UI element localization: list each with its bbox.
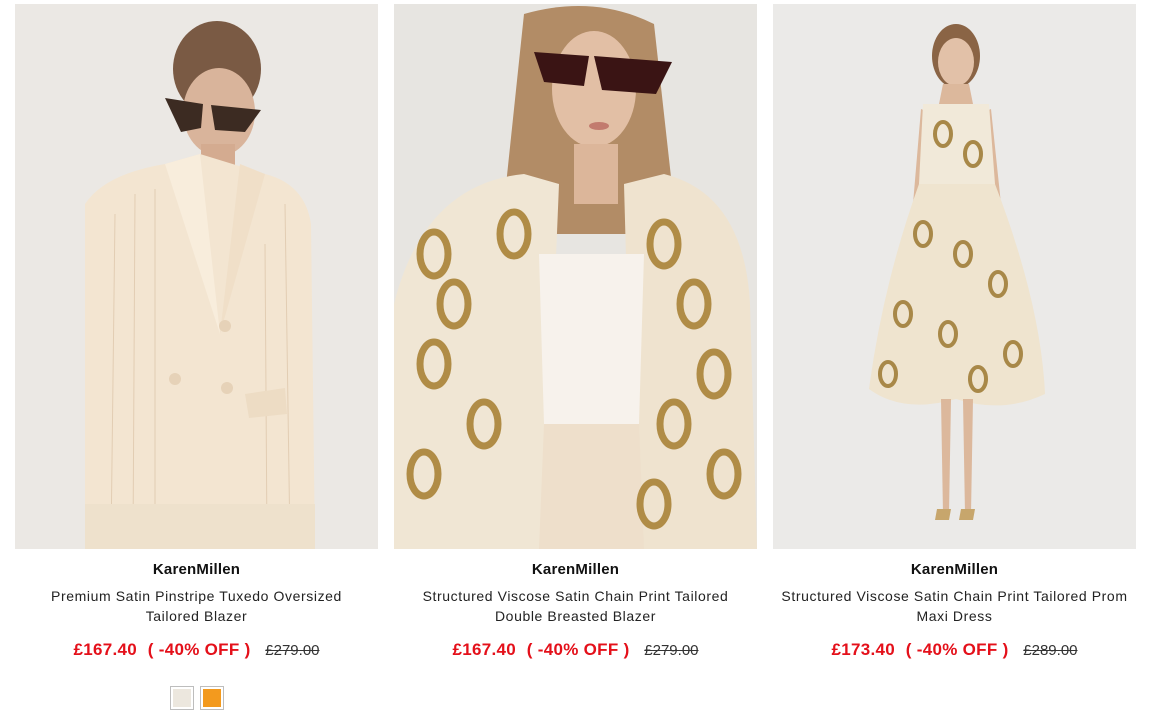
discount-label: ( -40% OFF ) [905, 640, 1009, 659]
discount-label: ( -40% OFF ) [147, 640, 251, 659]
product-photo-blazer-pinstripe [15, 4, 378, 549]
color-swatch-cream[interactable] [169, 686, 194, 710]
sale-price: £167.40 [73, 640, 138, 659]
original-price: £279.00 [644, 642, 699, 659]
product-name[interactable]: Structured Viscose Satin Chain Print Tai… [402, 586, 749, 626]
color-swatch-orange[interactable] [199, 686, 224, 710]
product-photo-chain-blazer [394, 4, 757, 549]
price-row: £167.40 ( -40% OFF ) £279.00 [15, 640, 378, 660]
color-swatches [15, 686, 378, 710]
product-image[interactable] [773, 4, 1136, 549]
product-name[interactable]: Premium Satin Pinstripe Tuxedo Oversized… [23, 586, 370, 626]
sale-price: £167.40 [452, 640, 517, 659]
sale-price: £173.40 [831, 640, 896, 659]
original-price: £289.00 [1023, 642, 1078, 659]
product-card[interactable]: KarenMillen Structured Viscose Satin Cha… [773, 4, 1136, 660]
price-row: £173.40 ( -40% OFF ) £289.00 [773, 640, 1136, 660]
product-photo-chain-dress [773, 4, 1136, 549]
product-name[interactable]: Structured Viscose Satin Chain Print Tai… [781, 586, 1128, 626]
product-image[interactable] [394, 4, 757, 549]
original-price: £279.00 [265, 642, 320, 659]
product-brand: KarenMillen [910, 561, 999, 578]
product-brand: KarenMillen [152, 561, 241, 578]
price-row: £167.40 ( -40% OFF ) £279.00 [394, 640, 757, 660]
product-image[interactable] [15, 4, 378, 549]
product-brand: KarenMillen [531, 561, 620, 578]
product-grid: KarenMillen Premium Satin Pinstripe Tuxe… [0, 0, 1155, 728]
discount-label: ( -40% OFF ) [526, 640, 630, 659]
product-card[interactable]: KarenMillen Premium Satin Pinstripe Tuxe… [15, 4, 378, 710]
product-card[interactable]: KarenMillen Structured Viscose Satin Cha… [394, 4, 757, 660]
